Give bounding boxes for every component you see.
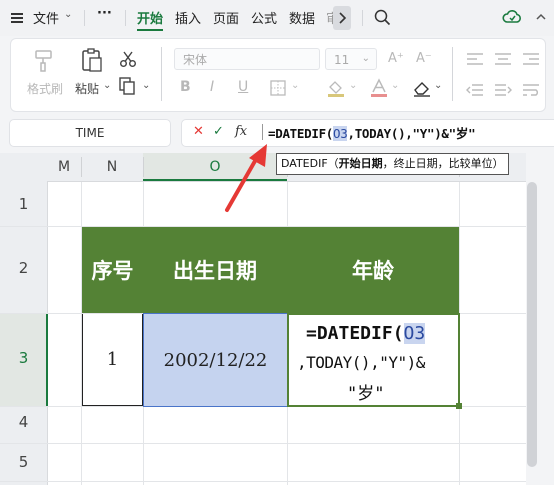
tab-formula[interactable]: 公式	[251, 8, 277, 27]
chevron-down-icon[interactable]: ⌄	[349, 80, 357, 91]
menu-divider	[125, 10, 126, 26]
header-cell-seq[interactable]: 序号	[82, 227, 143, 313]
age-formula-line2: ,TODAY(),"Y")&	[297, 353, 425, 372]
function-tooltip: DATEDIF（开始日期，终止日期，比较单位）	[276, 153, 509, 175]
tab-home[interactable]: 开始	[137, 8, 163, 27]
align-left-icon[interactable]	[466, 51, 484, 70]
tab-scroll-right-button[interactable]	[333, 6, 351, 30]
bold-button[interactable]: B	[180, 79, 191, 95]
cell-p3-editing[interactable]: =DATEDIF(O3 ,TODAY(),"Y")& "岁"	[287, 313, 460, 407]
increase-font-button[interactable]: A⁺	[388, 51, 404, 66]
age-formula-prefix: =DATEDIF(	[306, 323, 404, 344]
name-box[interactable]: TIME	[9, 119, 171, 147]
grid-line	[0, 481, 526, 482]
tab-data[interactable]: 数据	[289, 8, 315, 27]
age-formula-ref: O3	[403, 323, 426, 344]
chevron-down-icon[interactable]: ⌄	[64, 9, 72, 20]
search-icon[interactable]	[374, 9, 391, 30]
enter-icon[interactable]: ✓	[213, 124, 224, 139]
cell-o3-selected[interactable]: 2002/12/22	[143, 313, 288, 407]
tab-page[interactable]: 页面	[213, 8, 239, 27]
formula-input[interactable]: =DATEDIF(O3,TODAY(),"Y")&"岁"	[268, 123, 476, 142]
chevron-right-icon	[339, 12, 347, 24]
header-cell-birth-date[interactable]: 出生日期	[143, 227, 287, 313]
menu-divider	[362, 10, 363, 26]
formula-divider	[262, 124, 263, 140]
header-cell-age[interactable]: 年龄	[287, 227, 459, 313]
paste-label[interactable]: 粘贴	[75, 80, 99, 97]
birth-date-value: 2002/12/22	[163, 349, 268, 371]
seq-value: 1	[106, 349, 119, 370]
font-size-combo[interactable]: 11 ⌄	[325, 48, 377, 70]
menu-icon[interactable]	[10, 10, 24, 24]
font-size-value: 11	[334, 53, 350, 67]
more-menu[interactable]: ···	[97, 6, 112, 21]
fill-color-icon[interactable]	[326, 78, 346, 102]
chevron-down-icon[interactable]: ⌄	[434, 80, 442, 91]
row-header-3[interactable]: 3	[0, 349, 47, 367]
formula-prefix: =DATEDIF(	[268, 126, 334, 141]
column-header-m[interactable]: M	[47, 153, 81, 181]
font-name-value: 宋体	[183, 53, 208, 67]
red-arrow-annotation	[225, 144, 267, 212]
menu-divider	[84, 10, 85, 26]
copy-icon[interactable]	[119, 77, 139, 99]
age-formula-line3: "岁"	[347, 384, 385, 404]
ribbon-divider	[161, 47, 162, 101]
formula-suffix: ,TODAY(),"Y")&"岁"	[347, 126, 476, 141]
chevron-down-icon: ⌄	[361, 53, 370, 64]
format-painter-icon[interactable]	[33, 49, 55, 77]
chevron-down-icon[interactable]: ⌄	[103, 80, 111, 91]
row-header-1[interactable]: 1	[0, 195, 47, 213]
font-name-combo[interactable]: 宋体	[174, 48, 320, 70]
fx-icon[interactable]: fx	[235, 124, 247, 139]
cancel-icon[interactable]: ✕	[193, 124, 204, 139]
fill-handle[interactable]	[456, 403, 462, 409]
menu-file[interactable]: 文件	[33, 8, 59, 27]
format-painter-label[interactable]: 格式刷	[27, 80, 63, 97]
paste-icon[interactable]	[80, 47, 104, 77]
chevron-down-icon[interactable]: ⌄	[291, 80, 299, 91]
tooltip-current-arg: 开始日期	[338, 157, 383, 170]
indent-left-icon[interactable]	[466, 82, 484, 101]
chevron-down-icon[interactable]: ⌄	[142, 80, 150, 91]
tooltip-func: DATEDIF（	[281, 157, 339, 170]
decrease-font-button[interactable]: A⁻	[416, 51, 432, 66]
italic-button[interactable]: I	[210, 79, 214, 95]
chevron-down-icon[interactable]: ⌄	[391, 80, 399, 91]
row-header-4[interactable]: 4	[0, 413, 47, 431]
tooltip-rest: ，终止日期，比较单位）	[382, 157, 504, 170]
grid-line	[0, 443, 526, 444]
collapse-ribbon-icon[interactable]	[534, 9, 548, 29]
border-icon[interactable]	[270, 80, 286, 100]
eraser-icon[interactable]	[412, 79, 432, 101]
cell-n3[interactable]: 1	[82, 314, 143, 406]
col-divider	[81, 157, 82, 177]
ribbon-divider	[452, 47, 453, 101]
row-header-5[interactable]: 5	[0, 453, 47, 471]
col-divider	[143, 157, 144, 177]
formula-cell-ref: O3	[333, 126, 348, 141]
underline-button[interactable]: U	[238, 79, 248, 95]
font-color-icon[interactable]	[370, 78, 388, 102]
wrap-text-icon[interactable]	[522, 82, 540, 101]
active-tab-indicator	[137, 29, 163, 31]
cut-icon[interactable]	[119, 50, 137, 72]
align-right-icon[interactable]	[522, 51, 540, 70]
tab-insert[interactable]: 插入	[175, 8, 201, 27]
age-formula-line1: =DATEDIF(O3	[306, 323, 426, 344]
indent-right-icon[interactable]	[494, 82, 512, 101]
row-header-2[interactable]: 2	[0, 259, 47, 277]
align-center-icon[interactable]	[494, 51, 512, 70]
column-header-n[interactable]: N	[81, 153, 143, 181]
cloud-sync-icon[interactable]	[502, 7, 522, 31]
vertical-scrollbar-thumb[interactable]	[527, 182, 537, 467]
